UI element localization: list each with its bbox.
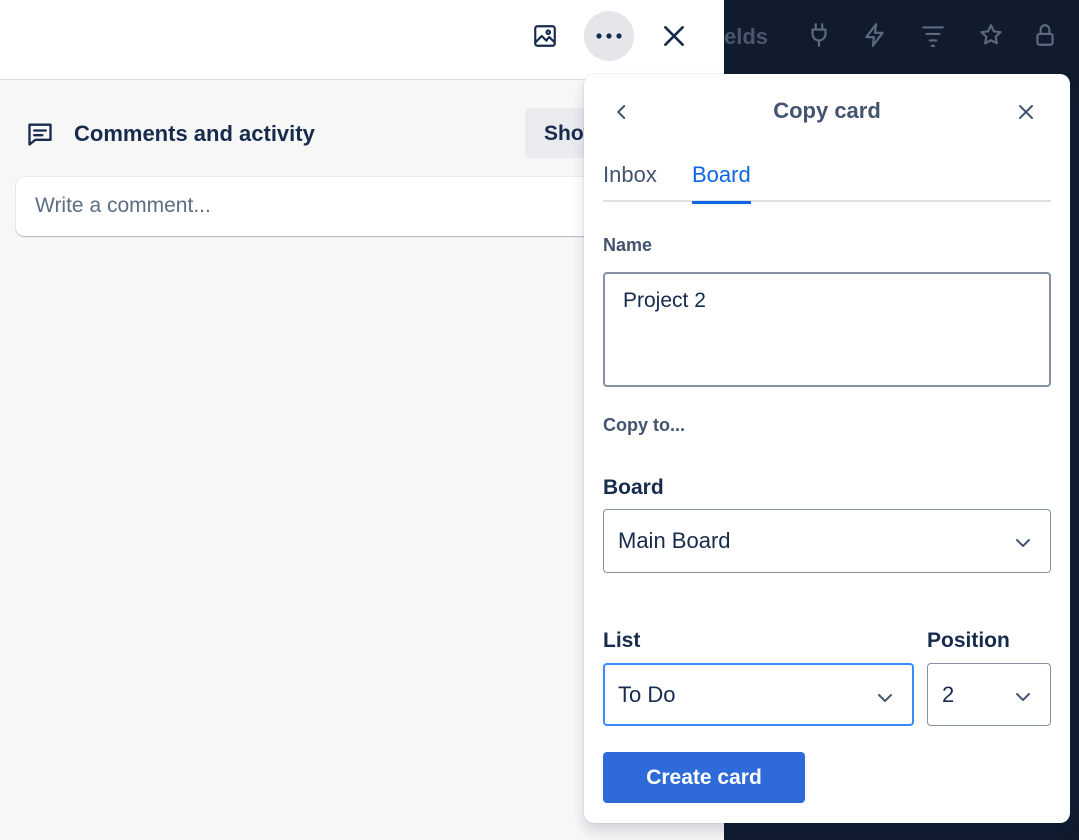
name-label: Name [603, 235, 653, 255]
close-icon [1017, 103, 1035, 126]
activity-title: Comments and activity [74, 121, 315, 146]
filter-icon[interactable] [920, 22, 946, 48]
copy-card-popover: Copy card Inbox Board Name Project 2 Cop… [584, 74, 1070, 823]
card-name-input[interactable]: Project 2 [603, 272, 1051, 387]
lock-icon[interactable] [1032, 22, 1058, 48]
tab-inbox[interactable]: Inbox [603, 160, 657, 202]
position-select-label: Position [927, 629, 1010, 652]
board-toolbar: elds [724, 0, 1079, 72]
close-icon [661, 23, 687, 49]
more-actions-icon [595, 32, 623, 40]
cover-image-button[interactable] [520, 11, 570, 61]
chevron-down-icon [1014, 688, 1032, 706]
list-select[interactable]: To Do [603, 663, 914, 726]
position-select[interactable]: 2 [927, 663, 1051, 726]
comment-input[interactable]: Write a comment... [16, 177, 656, 236]
board-select-label: Board [603, 476, 664, 499]
activity-section-header: Comments and activity [26, 118, 315, 150]
tab-board[interactable]: Board [692, 160, 751, 204]
position-select-value: 2 [942, 682, 955, 707]
popover-title: Copy card [773, 98, 881, 123]
automation-bolt-icon[interactable] [862, 22, 888, 48]
destination-tabs: Inbox Board [603, 160, 1051, 204]
close-popover-button[interactable] [1008, 96, 1044, 132]
chevron-down-icon [876, 689, 894, 707]
comment-lines-icon [26, 120, 54, 148]
cover-image-icon [532, 23, 558, 49]
close-card-button[interactable] [649, 11, 699, 61]
list-select-value: To Do [618, 682, 676, 707]
star-icon[interactable] [978, 22, 1004, 48]
card-header [0, 0, 724, 80]
copy-to-label: Copy to... [603, 415, 685, 435]
board-select[interactable]: Main Board [603, 509, 1051, 573]
more-actions-button[interactable] [584, 11, 634, 61]
power-up-plug-icon[interactable] [806, 22, 832, 48]
board-select-value: Main Board [618, 528, 731, 553]
custom-fields-label[interactable]: elds [724, 24, 768, 50]
chevron-down-icon [1014, 534, 1032, 552]
list-select-label: List [603, 629, 641, 652]
create-card-button[interactable]: Create card [603, 752, 805, 803]
